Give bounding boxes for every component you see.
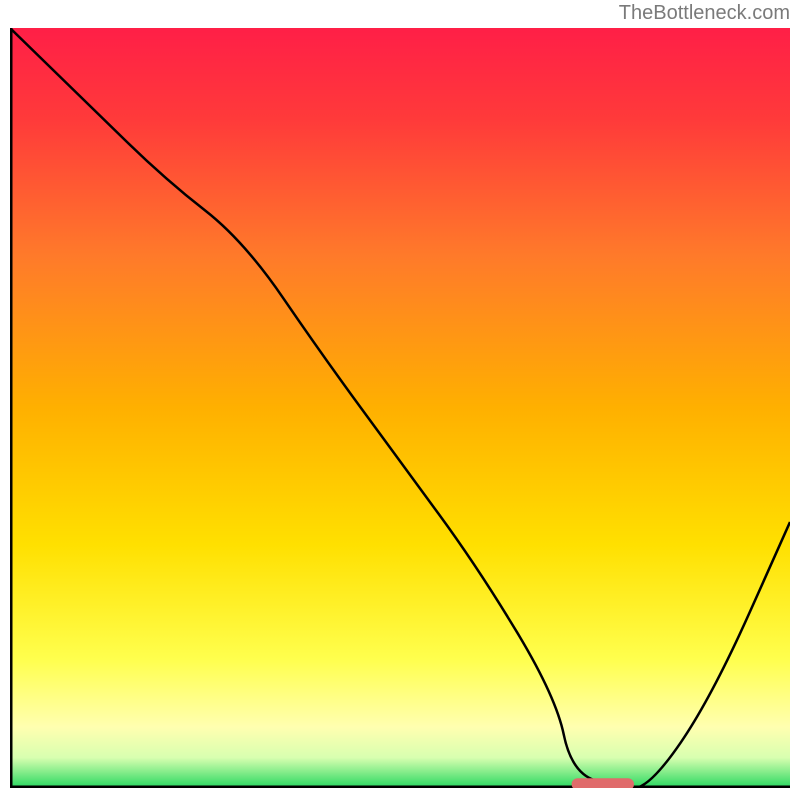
bottleneck-chart [10, 28, 790, 788]
chart-area [10, 28, 790, 788]
optimal-marker [572, 778, 634, 788]
attribution-text: TheBottleneck.com [619, 2, 790, 25]
